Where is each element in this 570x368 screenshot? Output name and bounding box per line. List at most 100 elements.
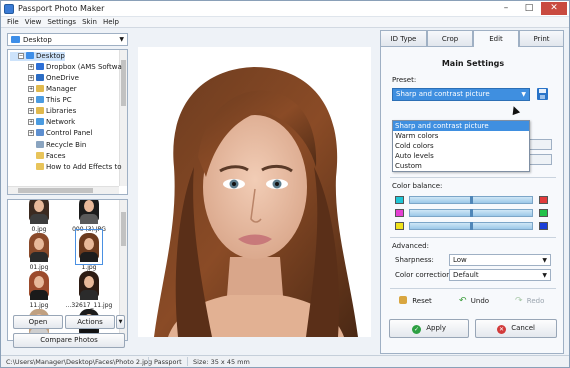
close-icon[interactable]: ✕ [541, 2, 567, 15]
chevron-down-icon: ▼ [542, 272, 547, 279]
reset-button[interactable]: Reset [399, 296, 432, 307]
undo-label: Undo [470, 297, 490, 305]
apply-button[interactable]: ✓ Apply [389, 319, 469, 338]
color-balance-slider[interactable] [409, 222, 533, 230]
tree-horizontal-scrollbar[interactable] [8, 186, 119, 194]
color-balance-slider[interactable] [409, 209, 533, 217]
thumbnail-image [78, 270, 100, 300]
expand-icon[interactable]: + [28, 119, 34, 125]
minimize-icon[interactable]: – [495, 2, 517, 15]
maximize-icon[interactable]: □ [518, 2, 540, 15]
open-button[interactable]: Open [13, 315, 63, 329]
tree-item[interactable]: How to Add Effects to [10, 162, 122, 171]
thumbnail-item[interactable]: 000 (3).JPG [64, 200, 114, 233]
tab-id-type[interactable]: ID Type [380, 30, 427, 46]
preset-option[interactable]: Auto levels [393, 151, 529, 161]
tree-item[interactable]: + OneDrive [10, 74, 79, 83]
tree-item[interactable]: + Manager [10, 85, 77, 94]
tab-print[interactable]: Print [519, 30, 564, 46]
color-correction-select[interactable]: Default ▼ [449, 269, 551, 281]
thumbnail-item[interactable]: 11.jpg [14, 270, 64, 309]
tree-hscroll-thumb[interactable] [18, 188, 93, 193]
collapse-icon[interactable]: − [18, 53, 24, 59]
tree-item[interactable]: + This PC [10, 96, 72, 105]
status-separator [187, 357, 188, 366]
sharpness-select[interactable]: Low ▼ [449, 254, 551, 266]
tree-item-label: Desktop [36, 52, 65, 60]
edit-tab-content: Main Settings Preset: Sharp and contrast… [380, 46, 564, 354]
expand-icon[interactable]: + [28, 130, 34, 136]
menu-skin[interactable]: Skin [79, 17, 100, 28]
tab-edit[interactable]: Edit [473, 30, 519, 47]
tree-item[interactable]: Faces [10, 151, 65, 160]
thumbnail-item[interactable]: 01.jpg [14, 232, 64, 271]
undo-button[interactable]: ↶ Undo [459, 296, 489, 307]
menu-view[interactable]: View [22, 17, 45, 28]
photo-preview[interactable] [138, 47, 371, 337]
tree-item[interactable]: Recycle Bin [10, 140, 86, 149]
cancel-label: Cancel [511, 324, 535, 332]
expand-icon[interactable]: + [28, 97, 34, 103]
tree-item-label: How to Add Effects to [46, 163, 122, 171]
slider-knob[interactable] [470, 196, 473, 204]
status-file-path: C:\Users\Manager\Desktop\Faces\Photo 2.j… [6, 358, 153, 366]
tab-crop[interactable]: Crop [427, 30, 473, 46]
folder-select[interactable]: Desktop ▼ [7, 33, 128, 46]
expand-icon[interactable]: + [28, 75, 34, 81]
preset-option[interactable]: Custom [393, 161, 529, 171]
preset-label: Preset: [392, 76, 417, 84]
status-photo-size: Size: 35 x 45 mm [193, 358, 250, 366]
advanced-label: Advanced: [392, 242, 429, 250]
actions-button[interactable]: Actions [65, 315, 115, 329]
tree-item-label: Faces [46, 152, 66, 160]
color-swatch [539, 196, 548, 204]
expand-icon[interactable]: + [28, 86, 34, 92]
tree-item[interactable]: + Control Panel [10, 129, 92, 138]
chevron-down-icon: ▼ [521, 91, 526, 98]
color-swatch [539, 209, 548, 217]
actions-dropdown-button[interactable]: ▼ [116, 315, 125, 329]
cancel-button[interactable]: ✕ Cancel [475, 319, 557, 338]
tree-item[interactable]: + Dropbox (AMS Softwa [10, 63, 122, 72]
preset-select[interactable]: Sharp and contrast picture ▼ [392, 88, 530, 101]
apply-label: Apply [426, 324, 446, 332]
folder-tree: − Desktop + Dropbox (AMS Softwa + OneDrive + Ma… [7, 49, 128, 195]
app-window: Passport Photo Maker – □ ✕ File View Setti… [0, 0, 570, 368]
tree-item[interactable]: + Network [10, 118, 75, 127]
cloud-icon [36, 74, 44, 81]
thumbs-scroll-thumb[interactable] [121, 212, 126, 246]
redo-button[interactable]: ↷ Redo [515, 296, 544, 307]
thumbnail-image [28, 200, 50, 224]
tree-item-label: Manager [46, 85, 77, 93]
thumbnail-image [28, 232, 50, 262]
thumbnail-item[interactable]: 0.jpg [14, 200, 64, 233]
file-browser-panel: Desktop ▼ − Desktop + Dropbox (AMS Softwa + O… [7, 33, 128, 351]
title-bar: Passport Photo Maker – □ ✕ [1, 1, 569, 17]
preset-option[interactable]: Cold colors [393, 141, 529, 151]
thumbnail-item[interactable]: 1.jpg [64, 229, 114, 271]
sharpness-label: Sharpness: [395, 256, 434, 264]
color-balance-slider[interactable] [409, 196, 533, 204]
preset-option[interactable]: Warm colors [393, 131, 529, 141]
save-preset-icon[interactable] [537, 88, 548, 100]
brush-icon [399, 296, 407, 304]
preset-option[interactable]: Sharp and contrast picture [393, 121, 529, 131]
tree-item[interactable]: + Libraries [10, 107, 76, 116]
status-id-type: Passport [154, 358, 182, 366]
dropbox-icon [36, 63, 44, 70]
slider-knob[interactable] [470, 222, 473, 230]
folder-icon [26, 52, 34, 59]
check-icon: ✓ [412, 325, 421, 334]
thumbnail-item[interactable]: ...32617_11.jpg [64, 270, 114, 309]
tree-item[interactable]: − Desktop [10, 52, 65, 61]
cancel-icon: ✕ [497, 325, 507, 334]
expand-icon[interactable]: + [28, 108, 34, 114]
expand-icon[interactable]: + [28, 64, 34, 70]
compare-photos-button[interactable]: Compare Photos [13, 333, 125, 348]
preset-value: Sharp and contrast picture [396, 90, 490, 98]
menu-settings[interactable]: Settings [44, 17, 79, 28]
menu-file[interactable]: File [4, 17, 22, 28]
menu-help[interactable]: Help [100, 17, 122, 28]
slider-knob[interactable] [470, 209, 473, 217]
tree-item-label: Recycle Bin [46, 141, 87, 149]
